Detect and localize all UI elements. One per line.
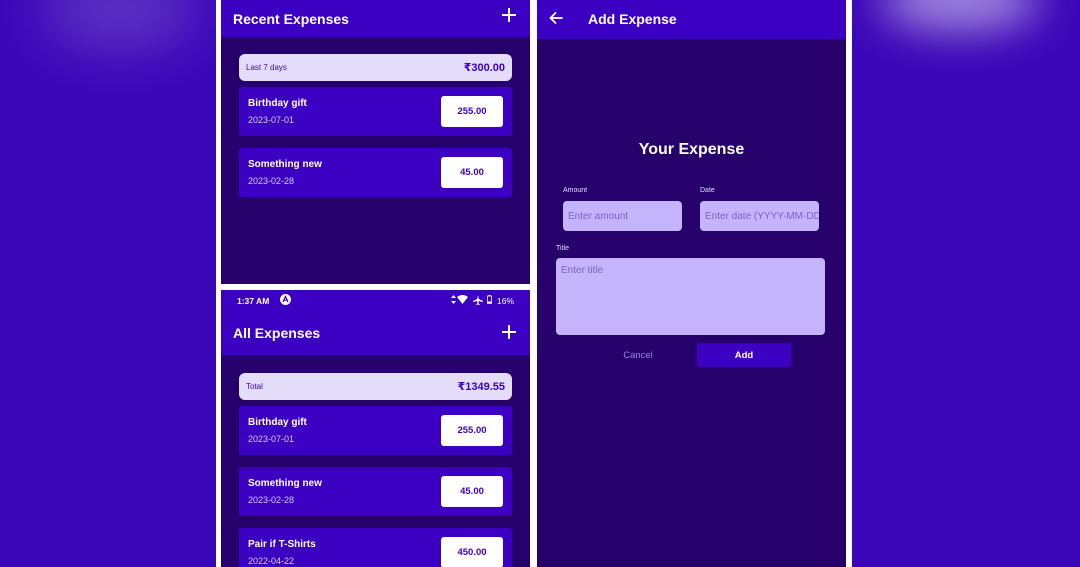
add-button[interactable]: Add bbox=[697, 343, 791, 367]
airplane-icon bbox=[473, 295, 483, 305]
expense-item[interactable]: Birthday gift 2023-07-01 255.00 bbox=[239, 87, 512, 136]
amount-input[interactable]: Enter amount bbox=[563, 201, 682, 231]
recent-app-bar: Recent Expenses bbox=[221, 0, 530, 37]
battery-icon bbox=[487, 295, 492, 304]
battery-percent: 16% bbox=[497, 296, 515, 306]
title-input[interactable]: Enter title bbox=[556, 258, 825, 335]
plus-icon[interactable] bbox=[502, 325, 516, 339]
expense-amount: 45.00 bbox=[441, 157, 503, 188]
summary-amount: ₹1349.55 bbox=[457, 381, 505, 393]
summary-amount: ₹300.00 bbox=[463, 62, 505, 74]
data-arrows-icon bbox=[451, 295, 456, 304]
add-expense-screen: Add Expense Your Expense Amount Enter am… bbox=[537, 0, 846, 567]
summary-bar: Total ₹1349.55 bbox=[239, 373, 512, 400]
expense-date: 2023-02-28 bbox=[248, 495, 295, 505]
wifi-icon bbox=[457, 295, 468, 304]
page-title: Add Expense bbox=[588, 11, 677, 27]
cancel-button[interactable]: Cancel bbox=[605, 343, 671, 367]
status-time: 1:37 AM bbox=[237, 296, 270, 306]
expense-amount: 255.00 bbox=[441, 415, 503, 446]
title-label: Title bbox=[556, 245, 569, 252]
date-label: Date bbox=[700, 187, 715, 194]
notification-icon bbox=[280, 294, 291, 305]
expense-amount: 255.00 bbox=[441, 96, 503, 127]
summary-bar: Last 7 days ₹300.00 bbox=[239, 54, 512, 81]
expense-item[interactable]: Something new 2023-02-28 45.00 bbox=[239, 148, 512, 197]
expense-item[interactable]: Birthday gift 2023-07-01 255.00 bbox=[239, 406, 512, 455]
expense-title: Pair if T-Shirts bbox=[248, 539, 316, 550]
arrow-left-icon[interactable] bbox=[549, 12, 563, 24]
expense-title: Something new bbox=[248, 159, 322, 170]
status-bar: 1:37 AM 16% bbox=[221, 290, 530, 310]
expense-title: Birthday gift bbox=[248, 98, 307, 109]
expense-amount: 45.00 bbox=[441, 476, 503, 507]
page-title: All Expenses bbox=[233, 324, 321, 341]
expense-date: 2022-04-22 bbox=[248, 556, 295, 566]
expense-item[interactable]: Pair if T-Shirts 2022-04-22 450.00 bbox=[239, 528, 512, 567]
page-title: Recent Expenses bbox=[233, 10, 349, 27]
summary-label: Last 7 days bbox=[246, 63, 287, 72]
expense-date: 2023-07-01 bbox=[248, 115, 295, 125]
recent-expenses-screen: Recent Expenses Last 7 days ₹300.00 Birt… bbox=[221, 0, 530, 284]
amount-label: Amount bbox=[563, 187, 588, 194]
expense-amount: 450.00 bbox=[441, 537, 503, 567]
expense-date: 2023-07-01 bbox=[248, 434, 295, 444]
background-glow-left bbox=[40, 0, 200, 50]
all-expenses-screen: 1:37 AM 16% All Expenses Total ₹1349.55 … bbox=[221, 290, 530, 567]
expense-title: Something new bbox=[248, 478, 322, 489]
summary-label: Total bbox=[246, 382, 263, 391]
form-heading: Your Expense bbox=[638, 141, 745, 158]
date-input[interactable]: Enter date (YYYY-MM-DD) bbox=[700, 201, 819, 231]
expense-item[interactable]: Something new 2023-02-28 45.00 bbox=[239, 467, 512, 516]
expense-date: 2023-02-28 bbox=[248, 176, 295, 186]
add-app-bar: Add Expense bbox=[537, 0, 846, 39]
expense-title: Birthday gift bbox=[248, 417, 307, 428]
plus-icon[interactable] bbox=[502, 8, 516, 22]
all-app-bar: All Expenses bbox=[221, 310, 530, 355]
background-glow-right bbox=[880, 0, 1040, 30]
